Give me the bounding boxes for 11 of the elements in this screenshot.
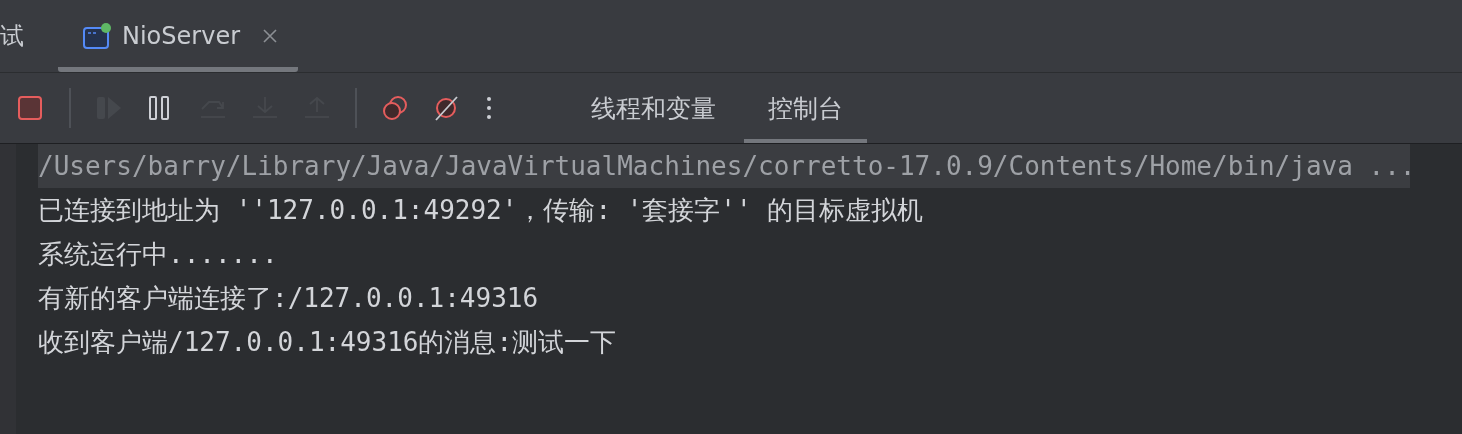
mute-breakpoints-icon[interactable]	[433, 95, 461, 121]
console-line: 已连接到地址为 ''127.0.0.1:49292'，传输: '套接字'' 的目标虚拟机	[38, 194, 925, 227]
view-tab[interactable]: 线程和变量	[567, 73, 740, 143]
stop-icon[interactable]	[17, 95, 45, 121]
close-icon[interactable]	[262, 28, 278, 44]
breakpoints-icon[interactable]	[381, 95, 409, 121]
console-line: 系统运行中.......	[38, 238, 279, 271]
tab[interactable]: 试	[0, 0, 36, 72]
console-line: 收到客户端/127.0.0.1:49316的消息:测试一下	[38, 326, 618, 359]
more-icon[interactable]	[485, 95, 493, 121]
console-line: 有新的客户端连接了:/127.0.0.1:49316	[38, 282, 540, 315]
